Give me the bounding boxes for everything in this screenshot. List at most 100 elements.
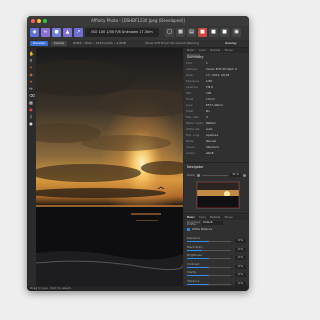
overlay-paint-tool-icon[interactable]: ✏ [29, 87, 33, 91]
metadata-value: 0 [206, 115, 208, 119]
profile-dropdown[interactable]: Default [202, 221, 223, 225]
tone-map-icon[interactable]: ▲ [63, 28, 72, 37]
metadata-row: Lens EF17-40mm [186, 103, 248, 107]
metadata-value: Auto [206, 127, 213, 131]
develop-tab-details[interactable]: Details [210, 215, 220, 220]
metadata-value: Standard [206, 145, 219, 149]
slider-track[interactable] [187, 249, 231, 251]
soft-proof-text[interactable]: Show Soft Proof: No Gamut Warning [145, 41, 199, 46]
photo-canvas[interactable] [36, 48, 183, 287]
metadata-row: Flash No [186, 109, 248, 113]
clip-highlight-icon[interactable]: ■ [198, 28, 207, 37]
slider-fill [187, 241, 209, 242]
metadata-row: Meter mode Pattern [186, 121, 248, 125]
color-picker-tool-icon[interactable]: ● [29, 108, 33, 112]
metadata-value: 1 [206, 61, 208, 65]
metadata-value: F/8.0 [206, 85, 213, 89]
slider-fill [187, 258, 209, 259]
zoom-value[interactable]: 31 % [230, 173, 241, 177]
slider-label: Black Point [187, 244, 203, 249]
tab-details[interactable]: Details [210, 48, 220, 53]
slider-fill [187, 283, 209, 285]
metadata-row: Title 1 [186, 61, 248, 65]
slider-fill [187, 275, 209, 276]
develop-tab-tones[interactable]: Tones [224, 215, 232, 220]
slider-track[interactable] [187, 258, 231, 259]
metadata-key: White bal. [186, 127, 201, 131]
app-window: Affinity Photo - [DSHBF1230 Jpeg (Develo… [27, 16, 249, 291]
profile-label: Profile [187, 222, 196, 226]
zoom-label: Zoom [187, 173, 196, 177]
metadata-key: Focal [186, 97, 194, 101]
slider-track[interactable] [187, 283, 231, 285]
zoom-fit-icon[interactable]: ▣ [232, 28, 241, 37]
develop-icon[interactable]: ● [52, 28, 61, 37]
metadata-row: Mode Manual [186, 139, 248, 143]
slider-track[interactable] [187, 275, 231, 276]
summary-header: Summary [187, 55, 204, 59]
metadata-value: 100 [206, 91, 212, 95]
develop-button[interactable]: Develop [30, 41, 48, 46]
slider-label: Brightness [187, 253, 202, 257]
exif-info: ISO 100 1/50 F/8 Unknown 17.00m [85, 28, 159, 37]
compare-icon[interactable]: ▩ [176, 28, 185, 37]
metadata-value: Canon EOS 5D Mark II [206, 67, 237, 71]
clip-shadow-icon[interactable]: ■ [209, 28, 218, 37]
sunset-photo [36, 48, 183, 287]
overlay-dropdown[interactable]: Overlay [225, 41, 237, 46]
overlay-erase-tool-icon[interactable]: ⌫ [29, 94, 35, 98]
white-balance-label: White Balance [192, 227, 213, 231]
slider-value[interactable]: 0 % [235, 264, 246, 269]
photo-persona-icon[interactable]: ◆ [30, 28, 39, 37]
view-tool-icon[interactable]: ✋ [29, 52, 34, 56]
straighten-tool-icon[interactable]: ● [29, 122, 33, 126]
metadata-key: Date [186, 73, 193, 77]
slider-value[interactable]: 0 % [235, 256, 246, 260]
metadata-row: Exposure 1/50 [186, 79, 248, 83]
navigator-thumbnail[interactable] [196, 181, 240, 209]
clip-tone-icon[interactable]: ■ [220, 28, 229, 37]
cancel-button[interactable]: Cancel [51, 41, 67, 46]
crop-tool-icon[interactable]: ┼ [29, 115, 33, 119]
metadata-key: Title [186, 61, 192, 65]
blemish-tool-icon[interactable]: ✦ [29, 80, 33, 84]
slider-label: Exposure [187, 236, 200, 240]
metadata-key: Lens [186, 103, 193, 107]
slider-track[interactable] [187, 266, 231, 268]
metadata-value: sRGB [206, 151, 214, 155]
metadata-row: ISO 100 [186, 91, 248, 95]
histogram-icon[interactable]: □ [165, 28, 174, 37]
metadata-key: Exposure [186, 79, 199, 83]
zoom-slider[interactable] [202, 175, 228, 176]
slider-value[interactable]: 0 % [235, 273, 246, 277]
white-balance-tool-icon[interactable]: ✎ [29, 66, 33, 70]
metadata-row: Exp. prog. Aperture [186, 133, 248, 137]
main-toolbar: ◆ ≈ ● ▲ ↗ ISO 100 1/50 F/8 Unknown 17.00… [27, 26, 249, 41]
document-info: RGB8 • DNG • 1632x1224 • 4.8MB [73, 41, 126, 45]
slider-value[interactable]: 0 % [235, 247, 246, 252]
zoom-out-icon[interactable] [197, 174, 200, 177]
tab-tones[interactable]: Tones [224, 48, 232, 53]
slider-track[interactable] [187, 241, 231, 242]
metadata-key: Camera [186, 67, 197, 71]
navigator-preview-image [197, 182, 239, 208]
slider-fill [187, 249, 203, 251]
white-balance-checkbox[interactable] [187, 228, 190, 231]
split-view-icon[interactable]: ▤ [187, 28, 196, 37]
slider-value[interactable]: 0 % [235, 239, 246, 243]
zoom-in-icon[interactable] [243, 174, 246, 177]
status-text: Drag to pan. Click to select. [30, 286, 72, 290]
metadata-key: Meter mode [186, 121, 203, 125]
liquify-icon[interactable]: ≈ [41, 28, 50, 37]
metadata-value: Aperture [206, 133, 219, 137]
export-icon[interactable]: ↗ [74, 28, 83, 37]
metadata-key: Mode [186, 139, 194, 143]
zoom-tool-icon[interactable]: ⚲ [29, 59, 33, 63]
slider-row: Vibrance 0 % [187, 279, 247, 288]
gradient-overlay-tool-icon[interactable]: ▩ [29, 101, 33, 105]
slider-value[interactable]: 0 % [235, 281, 246, 286]
window-title: Affinity Photo - [DSHBF1230 Jpeg (Develo… [91, 18, 185, 23]
red-eye-tool-icon[interactable]: ◉ [29, 73, 33, 77]
metadata-value: EF17-40mm [206, 103, 223, 107]
metadata-row: Scene Standard [186, 145, 248, 149]
